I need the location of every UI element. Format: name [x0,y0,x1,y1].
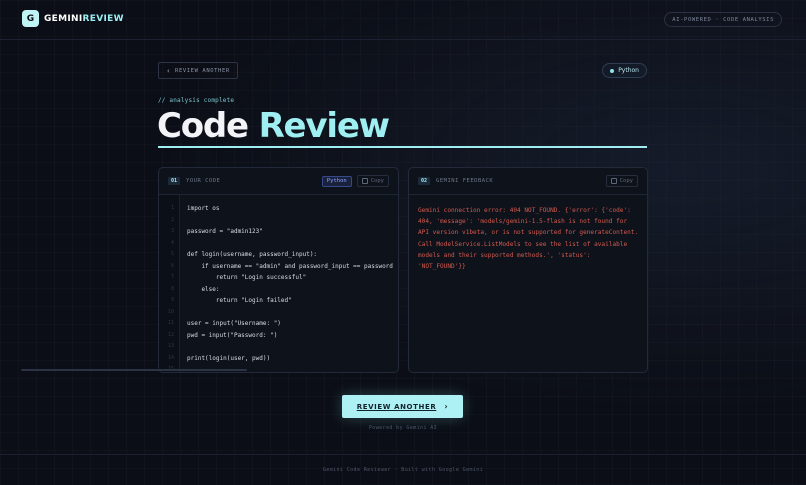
logo-text-accent: REVIEW [82,13,124,24]
code-line: def login(username, password_input): [187,251,318,258]
code-line: print(login(user, pwd)) [187,354,271,362]
line-number: 11 [167,320,174,326]
back-button-label: REVIEW ANOTHER [175,67,230,74]
code-horizontal-scrollbar[interactable] [21,369,247,371]
line-number: 3 [170,228,174,234]
line-number: 4 [170,239,174,246]
powered-by-text: Powered by Gemini AI [368,425,438,431]
feedback-panel-title: GEMINI FEEDBACK [436,178,494,184]
code-line: return "Login failed" [187,297,292,304]
feedback-panel-header: 02 GEMINI FEEDBACK Copy [409,168,647,195]
line-number: 8 [170,285,174,292]
language-dot-icon [610,68,615,73]
code-editor[interactable]: import os password = "admin123" def logi… [187,195,398,372]
footer-text: Gemini Code Reviewer · Built with Google… [322,467,484,473]
line-number: 1 [170,205,174,211]
copy-icon [361,178,368,184]
line-number: 12 [167,331,174,338]
code-panel: 01 YOUR CODE Python Copy 1 2 3 4 5 6 7 8… [158,167,399,373]
feedback-error-text: Gemini connection error: 404 NOT_FOUND. … [418,207,642,271]
top-bar: G GEMINIREVIEW AI-POWERED · CODE ANALYSI… [0,0,806,40]
chevron-left-icon: ‹ [166,66,172,75]
review-another-label: REVIEW ANOTHER [356,402,437,411]
code-line: import os [187,205,220,212]
code-panel-number: 01 [168,177,181,185]
page-title-word-1: Code [157,106,249,146]
copy-feedback-button[interactable]: Copy [605,175,638,187]
feedback-panel: 02 GEMINI FEEDBACK Copy Gemini connectio… [408,167,648,373]
line-number: 9 [170,297,174,303]
code-line: user = input("Username: ") [187,320,281,327]
code-language-tag: Python [321,175,352,187]
feedback-panel-number: 02 [418,177,431,185]
line-number: 5 [170,251,174,257]
code-line: return "Login successful" [187,274,307,281]
code-panel-title: YOUR CODE [186,178,221,184]
language-label: Python [618,67,639,74]
language-badge: Python [602,63,647,78]
code-line: pwd = input("Password: ") [187,331,278,339]
line-number: 2 [170,216,174,223]
line-number: 7 [170,274,174,280]
line-number-gutter: 1 2 3 4 5 6 7 8 9 10 11 12 13 14 15 [159,195,180,372]
line-number: 13 [167,343,174,349]
review-another-button[interactable]: REVIEW ANOTHER › [342,395,463,418]
footer: Gemini Code Reviewer · Built with Google… [0,454,806,485]
code-line: else: [187,285,220,293]
logo-mark-icon: G [22,10,39,27]
copy-icon [610,178,617,184]
code-line: if username == "admin" and password_inpu… [187,262,393,270]
line-number: 6 [170,262,174,269]
copy-feedback-label: Copy [619,178,633,184]
logo-text: GEMINIREVIEW [44,14,124,24]
line-number: 10 [167,308,174,315]
page-title: Code Review [157,106,391,146]
line-number: 14 [167,354,174,361]
code-panel-header: 01 YOUR CODE Python Copy [159,168,398,195]
copy-code-button[interactable]: Copy [356,175,389,187]
analysis-status: // analysis complete [158,97,235,104]
page-title-word-2: Review [258,106,391,146]
chevron-right-icon: › [444,402,449,411]
review-another-back-button[interactable]: ‹ REVIEW ANOTHER [158,62,238,79]
logo-text-primary: GEMINI [44,13,83,24]
title-underline [158,146,647,148]
copy-code-label: Copy [370,178,384,184]
code-line: password = "admin123" [187,228,263,235]
ai-powered-badge: AI-POWERED · CODE ANALYSIS [664,12,782,27]
app-logo[interactable]: G GEMINIREVIEW [22,10,124,27]
